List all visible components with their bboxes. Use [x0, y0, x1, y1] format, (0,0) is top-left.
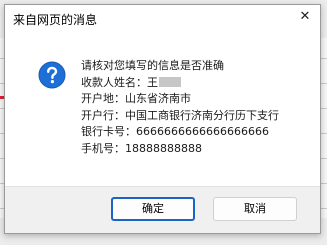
message-heading: 请核对您填写的信息是否准确 — [81, 59, 224, 72]
close-icon[interactable]: ✕ — [294, 7, 316, 27]
card-number-line: 银行卡号：6666666666666666666 — [81, 125, 269, 138]
dialog-title: 来自网页的消息 — [13, 13, 98, 27]
redaction-mask — [159, 76, 181, 87]
question-icon — [38, 61, 66, 89]
open-place-line: 开户地：山东省济南市 — [81, 92, 191, 105]
message-dialog: 来自网页的消息 ✕ 请核对您填写的信息是否准确 收款人姓名：王 开户地：山东省济… — [4, 4, 321, 234]
message-body: 请核对您填写的信息是否准确 收款人姓名：王 开户地：山东省济南市 开户行：中国工… — [81, 58, 279, 157]
payee-name-line: 收款人姓名：王 — [81, 75, 279, 92]
payee-name-text: 收款人姓名：王 — [81, 75, 158, 89]
dialog-footer: 确定 取消 — [5, 186, 320, 233]
cancel-button[interactable]: 取消 — [213, 197, 297, 221]
ok-button[interactable]: 确定 — [111, 197, 195, 221]
open-bank-line: 开户行：中国工商银行济南分行历下支行 — [81, 108, 279, 122]
phone-line: 手机号：18888888888 — [81, 141, 202, 155]
